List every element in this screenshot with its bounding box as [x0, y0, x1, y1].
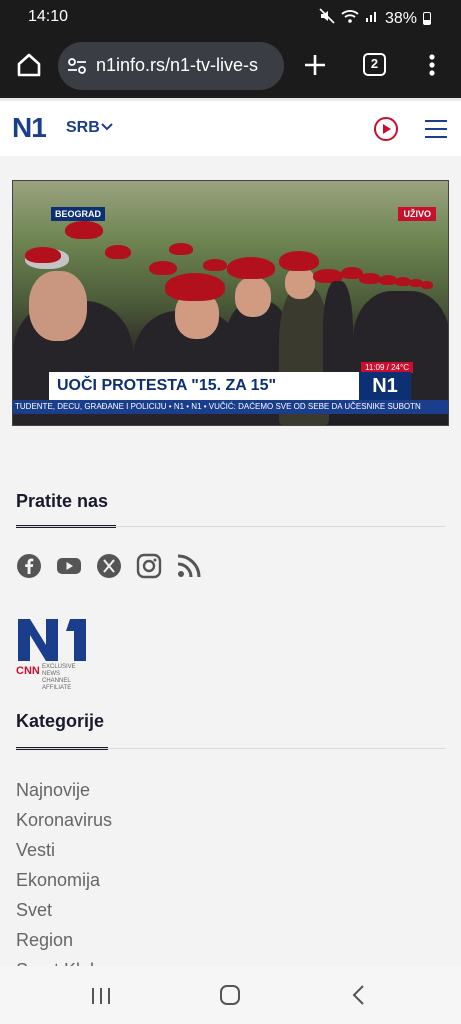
news-ticker: TUDENTE, DECU, GRAĐANE I POLICIJU • N1 •…	[13, 400, 448, 414]
site-footer: Pratite nas CNN EXCLUSIVE NEWS CHANNEL A…	[0, 461, 461, 980]
category-link[interactable]: Svet	[16, 899, 112, 929]
main-content: BEOGRAD UŽIVO 11:09 / 24°C UOČI PROTESTA…	[0, 156, 461, 461]
video-figure	[279, 251, 319, 271]
live-video-player[interactable]: BEOGRAD UŽIVO 11:09 / 24°C UOČI PROTESTA…	[12, 180, 449, 426]
video-figure	[235, 277, 271, 317]
recents-icon[interactable]	[90, 986, 112, 1006]
category-link[interactable]: Region	[16, 929, 112, 959]
new-tab-icon[interactable]	[300, 50, 330, 80]
mute-icon	[319, 8, 335, 29]
url-text[interactable]: n1info.rs/n1-tv-live-s	[96, 55, 258, 76]
category-list: Najnovije Koronavirus Vesti Ekonomija Sv…	[16, 779, 112, 989]
instagram-icon[interactable]	[136, 553, 162, 579]
facebook-icon[interactable]	[16, 553, 42, 579]
category-link[interactable]: Vesti	[16, 839, 112, 869]
divider	[16, 526, 445, 527]
video-figure	[25, 247, 61, 263]
video-figure	[105, 245, 131, 259]
location-tag: BEOGRAD	[51, 207, 106, 221]
video-figure	[421, 281, 433, 289]
battery-level: 38%	[384, 9, 417, 27]
chevron-down-icon[interactable]	[100, 120, 114, 134]
channel-logo: N1	[359, 372, 411, 400]
address-bar[interactable]: n1info.rs/n1-tv-live-s	[58, 42, 284, 90]
video-figure	[65, 221, 103, 239]
status-bar: 14:10 38%	[0, 0, 461, 34]
social-links	[16, 553, 202, 579]
home-icon[interactable]	[14, 50, 44, 80]
follow-us-title: Pratite nas	[16, 491, 109, 511]
youtube-icon[interactable]	[56, 553, 82, 579]
site-logo[interactable]: N1	[12, 113, 47, 143]
video-headline: UOČI PROTESTA "15. ZA 15"	[49, 372, 359, 400]
live-tag: UŽIVO	[398, 207, 436, 221]
category-link[interactable]: Ekonomija	[16, 869, 112, 899]
wifi-icon	[341, 8, 359, 29]
site-header: N1 SRB	[0, 98, 461, 156]
cnn-logo: CNN	[16, 665, 40, 677]
video-figure	[149, 261, 177, 275]
live-play-icon[interactable]	[373, 116, 399, 142]
site-settings-icon[interactable]	[66, 55, 88, 77]
status-icons: 38%	[319, 8, 431, 29]
battery-icon	[423, 12, 431, 25]
category-link[interactable]: Koronavirus	[16, 809, 112, 839]
signal-icon	[365, 9, 379, 28]
video-figure	[29, 271, 87, 341]
video-figure	[285, 267, 315, 299]
browser-toolbar: n1info.rs/n1-tv-live-s 2	[0, 34, 461, 98]
region-selector[interactable]: SRB	[66, 119, 100, 137]
system-nav-bar	[0, 966, 461, 1024]
home-nav-icon[interactable]	[220, 985, 240, 1005]
categories-title: Kategorije	[16, 711, 105, 731]
back-icon[interactable]	[350, 984, 366, 1006]
status-time: 14:10	[28, 8, 69, 25]
video-figure	[203, 259, 227, 271]
divider	[16, 748, 445, 749]
hamburger-menu-icon[interactable]	[425, 119, 447, 139]
rss-icon[interactable]	[176, 553, 202, 579]
category-link[interactable]: Najnovije	[16, 779, 112, 809]
more-menu-icon[interactable]	[420, 50, 444, 80]
video-figure	[227, 257, 275, 279]
affiliate-text: EXCLUSIVE NEWS CHANNEL AFFILIATE	[42, 664, 76, 691]
x-icon[interactable]	[96, 553, 122, 579]
video-figure	[165, 273, 225, 301]
tab-switcher-button[interactable]: 2	[363, 53, 386, 76]
video-figure	[169, 243, 193, 255]
video-figure	[359, 273, 381, 284]
